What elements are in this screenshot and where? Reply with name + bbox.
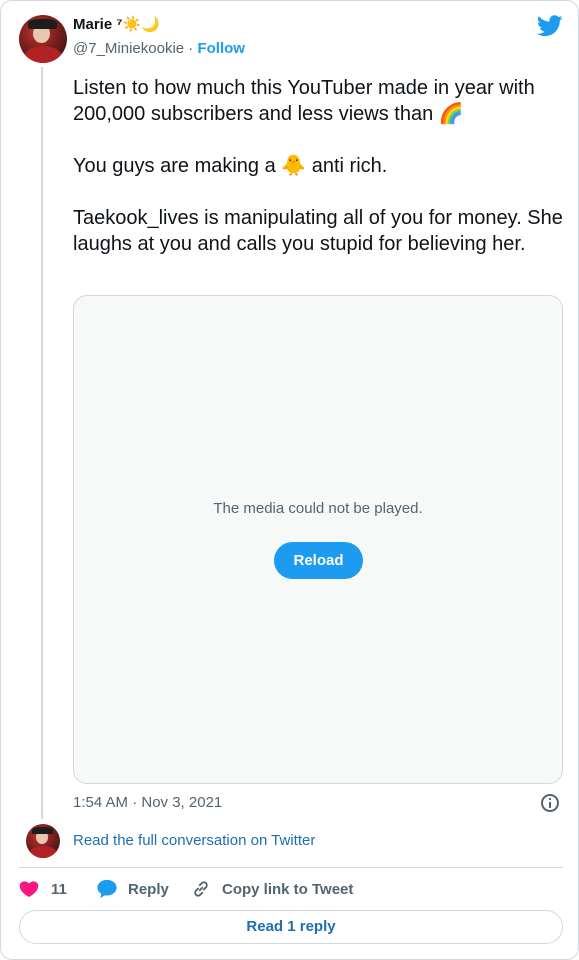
follow-button[interactable]: Follow	[197, 40, 245, 57]
author-avatar[interactable]	[19, 15, 67, 63]
thread-line	[41, 67, 43, 819]
copy-link-action[interactable]: Copy link to Tweet	[191, 877, 353, 901]
read-conversation-link[interactable]: Read the full conversation on Twitter	[73, 831, 315, 851]
copy-link-label: Copy link to Tweet	[222, 880, 354, 898]
reply-label: Reply	[128, 880, 169, 898]
author-handle-row: @7_Miniekookie · Follow	[73, 39, 245, 59]
media-error-message: The media could not be played.	[213, 500, 423, 517]
tweet-card: Marie ⁷☀️🌙 @7_Miniekookie · Follow Liste…	[0, 0, 579, 960]
like-action[interactable]: 11	[19, 877, 67, 901]
media-container: The media could not be played. Reload	[73, 295, 563, 784]
tweet-text: Listen to how much this YouTuber made in…	[73, 77, 563, 255]
link-icon	[194, 881, 208, 897]
like-count: 11	[51, 880, 67, 898]
twitter-bird-icon[interactable]	[537, 15, 563, 37]
heart-icon	[19, 881, 39, 897]
tweet-timestamp[interactable]: 1:54 AM · Nov 3, 2021	[73, 793, 222, 813]
read-replies-button[interactable]: Read 1 reply	[19, 910, 563, 944]
reply-action[interactable]: Reply	[96, 877, 169, 901]
action-bar: 11 Reply Copy link to Tweet	[19, 877, 563, 901]
author-handle[interactable]: @7_Miniekookie	[73, 40, 184, 57]
divider	[19, 867, 563, 868]
author-display-name[interactable]: Marie ⁷☀️🌙	[73, 15, 160, 35]
handle-separator: ·	[184, 40, 198, 57]
reply-bubble-icon	[97, 879, 117, 899]
info-icon[interactable]	[541, 794, 559, 812]
conversation-avatar	[26, 824, 60, 858]
reload-button[interactable]: Reload	[274, 542, 363, 579]
